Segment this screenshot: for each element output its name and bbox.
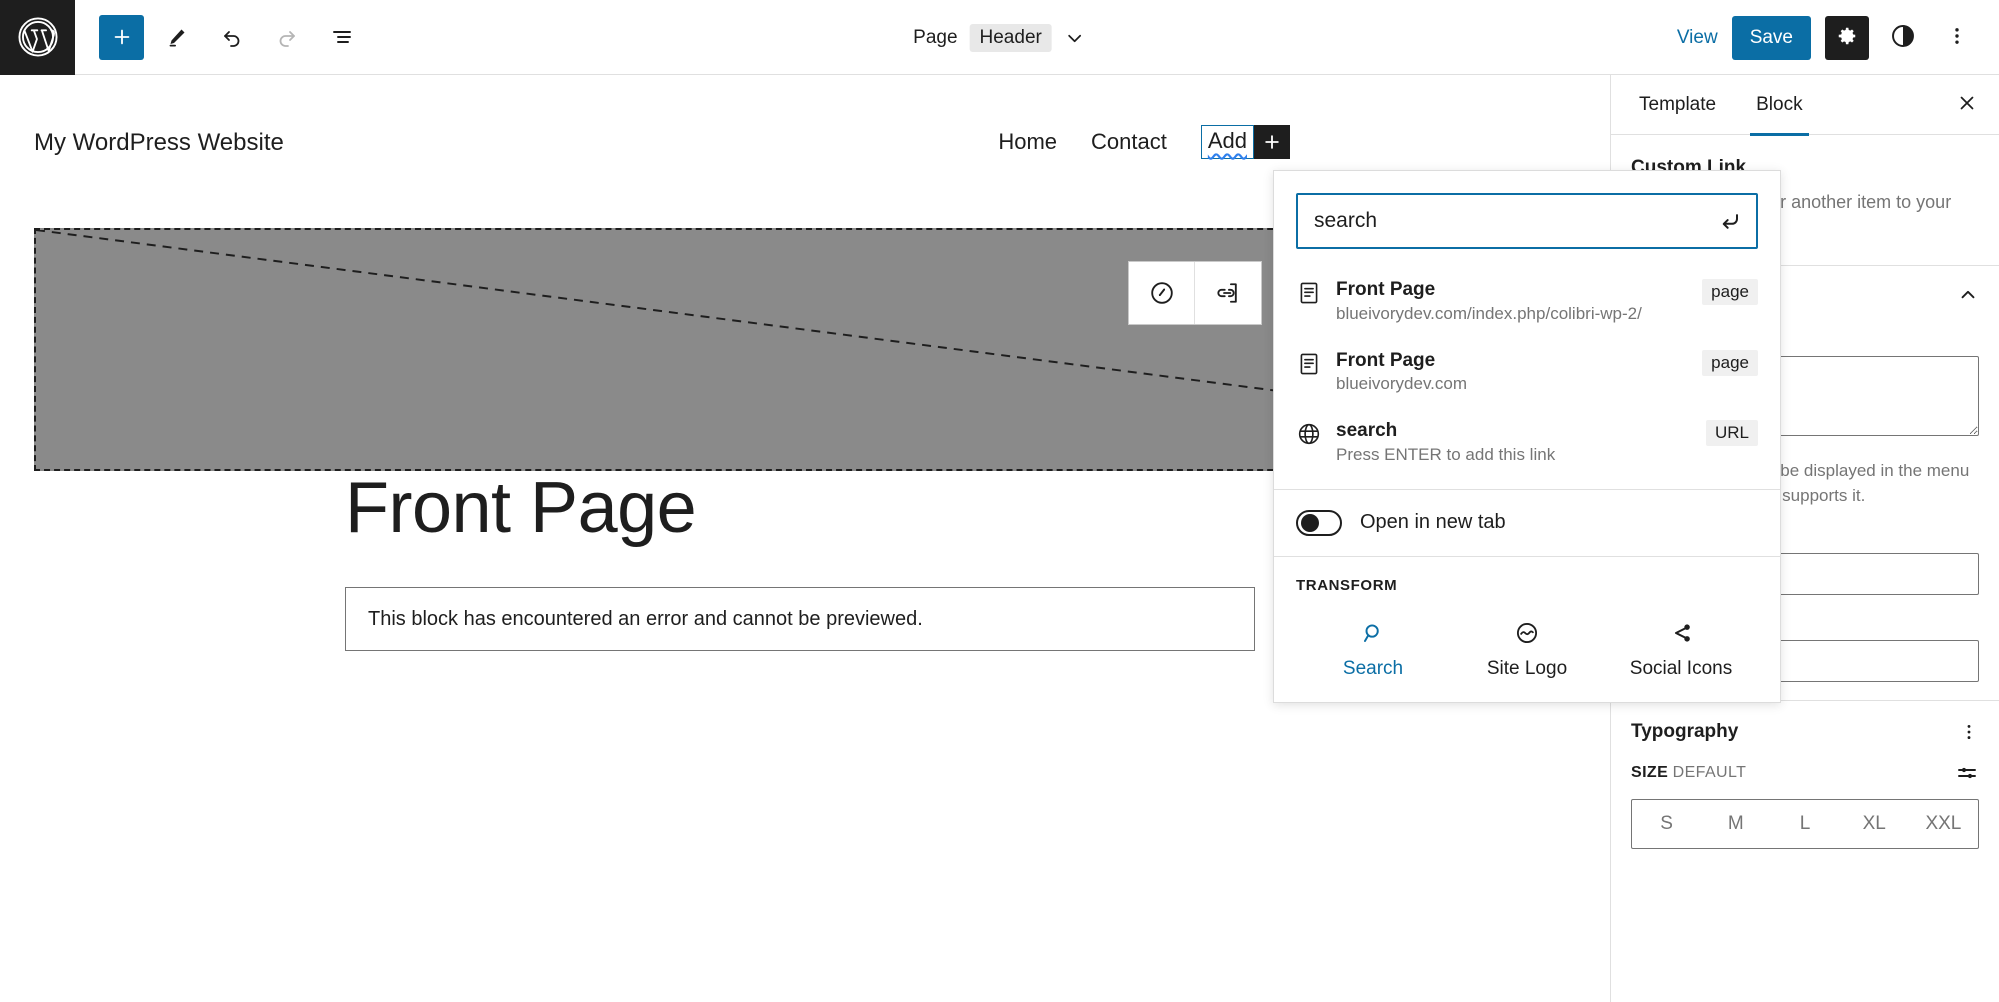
transform-option-label: Social Icons bbox=[1629, 657, 1733, 679]
font-size-xl[interactable]: XL bbox=[1840, 800, 1909, 848]
close-x-icon bbox=[1956, 92, 1978, 117]
more-options-button[interactable] bbox=[1937, 16, 1977, 60]
list-item-title: search bbox=[1336, 420, 1398, 442]
tab-template[interactable]: Template bbox=[1619, 75, 1736, 135]
list-item[interactable]: search Press ENTER to add this link URL bbox=[1274, 408, 1780, 479]
site-title[interactable]: My WordPress Website bbox=[34, 129, 284, 157]
link-search-wrapper bbox=[1274, 171, 1780, 267]
block-error-notice: This block has encountered an error and … bbox=[345, 587, 1255, 651]
chevron-down-icon[interactable] bbox=[1064, 27, 1086, 49]
transform-section-title: TRANSFORM bbox=[1296, 576, 1398, 594]
font-size-xxl[interactable]: XXL bbox=[1909, 800, 1978, 848]
font-size-s[interactable]: S bbox=[1632, 800, 1701, 848]
navigation-menu: Home Contact Add bbox=[998, 125, 1290, 159]
search-magnifier-icon bbox=[1296, 616, 1450, 650]
list-item-subtitle: Press ENTER to add this link bbox=[1336, 444, 1556, 464]
share-social-icon bbox=[1604, 616, 1758, 650]
open-in-new-tab-label: Open in new tab bbox=[1360, 511, 1506, 534]
transform-option-social-icons[interactable]: Social Icons bbox=[1604, 616, 1758, 680]
page-document-icon bbox=[1296, 351, 1322, 382]
page-title-heading[interactable]: Front Page bbox=[345, 467, 697, 549]
list-item-subtitle: blueivorydev.com/index.php/colibri-wp-2/ bbox=[1336, 303, 1642, 323]
toggle-knob bbox=[1301, 513, 1319, 532]
nav-add-plus-button[interactable] bbox=[1254, 125, 1290, 159]
list-item-body: Front Page blueivorydev.com bbox=[1336, 348, 1680, 397]
tab-block[interactable]: Block bbox=[1736, 75, 1822, 136]
list-item-subtitle: blueivorydev.com bbox=[1336, 374, 1468, 394]
status-badge: page bbox=[1702, 349, 1758, 376]
list-item[interactable]: Front Page blueivorydev.com page bbox=[1274, 338, 1780, 409]
nav-item-add-label[interactable]: Add bbox=[1200, 125, 1254, 159]
font-size-value: DEFAULT bbox=[1672, 764, 1747, 782]
transform-option-site-logo[interactable]: Site Logo bbox=[1450, 616, 1604, 680]
block-toolbar bbox=[1128, 261, 1262, 325]
document-type-label: Page bbox=[913, 26, 958, 48]
link-control-popover: Front Page blueivorydev.com/index.php/co… bbox=[1273, 170, 1781, 703]
sidebar-tabs: Template Block bbox=[1611, 75, 1999, 136]
navigation-compass-icon[interactable] bbox=[1129, 262, 1195, 324]
page-document-icon bbox=[1296, 280, 1322, 311]
list-item[interactable]: Front Page blueivorydev.com/index.php/co… bbox=[1274, 267, 1780, 338]
font-size-button-group: S M L XL XXL bbox=[1631, 799, 1979, 850]
list-item-title: Front Page bbox=[1336, 349, 1436, 371]
undo-button[interactable] bbox=[209, 15, 254, 60]
link-search-input[interactable] bbox=[1298, 195, 1756, 247]
more-vertical-dots-icon[interactable] bbox=[1959, 722, 1979, 742]
font-size-l[interactable]: L bbox=[1770, 800, 1839, 848]
settings-gear-button[interactable] bbox=[1825, 15, 1869, 60]
nav-item-add-wrapper: Add bbox=[1200, 125, 1290, 159]
link-block-icon[interactable] bbox=[1195, 262, 1261, 324]
globe-icon bbox=[1296, 421, 1322, 452]
transform-option-label: Search bbox=[1342, 657, 1404, 679]
edit-tool-button[interactable] bbox=[154, 15, 199, 60]
typography-panel-header: Typography bbox=[1611, 701, 1999, 753]
contrast-half-circle-icon bbox=[1890, 23, 1916, 52]
wordpress-logo-icon[interactable] bbox=[0, 0, 75, 75]
more-vertical-dots-icon bbox=[1946, 25, 1968, 50]
font-size-label: SIZE bbox=[1631, 764, 1669, 782]
transform-options-grid: Search Site Logo Social Icons bbox=[1296, 616, 1758, 680]
list-item-body: search Press ENTER to add this link bbox=[1336, 418, 1684, 467]
list-item-body: Front Page blueivorydev.com/index.php/co… bbox=[1336, 277, 1680, 326]
status-badge: URL bbox=[1705, 420, 1758, 447]
link-search-box[interactable] bbox=[1296, 193, 1758, 249]
top-bar-left-tools bbox=[75, 14, 364, 60]
close-sidebar-button[interactable] bbox=[1949, 87, 1985, 123]
redo-button[interactable] bbox=[264, 15, 309, 60]
typography-title: Typography bbox=[1631, 721, 1739, 743]
top-bar-right-tools: View Save bbox=[1677, 0, 1977, 75]
add-block-button[interactable] bbox=[99, 14, 144, 60]
chevron-up-icon[interactable] bbox=[1957, 284, 1979, 311]
enter-return-arrow-icon[interactable] bbox=[1716, 207, 1744, 235]
list-item-title: Front Page bbox=[1336, 279, 1436, 300]
document-name-badge[interactable]: Header bbox=[969, 23, 1052, 52]
link-search-results: Front Page blueivorydev.com/index.php/co… bbox=[1274, 267, 1780, 489]
view-link[interactable]: View bbox=[1677, 27, 1718, 49]
font-size-m[interactable]: M bbox=[1701, 800, 1770, 848]
save-button[interactable]: Save bbox=[1731, 15, 1811, 60]
document-title-bar: Page Header bbox=[913, 0, 1086, 75]
font-size-row: SIZE DEFAULT bbox=[1611, 753, 1999, 795]
open-in-new-tab-row: Open in new tab bbox=[1274, 488, 1780, 556]
editor-top-bar: Page Header View Save bbox=[0, 0, 1999, 75]
open-in-new-tab-toggle[interactable] bbox=[1296, 509, 1342, 536]
status-badge: page bbox=[1702, 279, 1758, 305]
transform-option-search[interactable]: Search bbox=[1296, 616, 1450, 680]
settings-sliders-icon[interactable] bbox=[1955, 761, 1979, 785]
transform-option-label: Site Logo bbox=[1486, 657, 1568, 679]
styles-toggle-button[interactable] bbox=[1883, 16, 1923, 60]
gear-icon bbox=[1836, 25, 1858, 50]
site-logo-circle-icon bbox=[1450, 616, 1604, 650]
transform-section: TRANSFORM Search Site Logo Social Icons bbox=[1274, 555, 1780, 702]
nav-item-contact[interactable]: Contact bbox=[1091, 129, 1167, 155]
list-view-button[interactable] bbox=[319, 15, 364, 60]
nav-item-home[interactable]: Home bbox=[998, 129, 1057, 155]
